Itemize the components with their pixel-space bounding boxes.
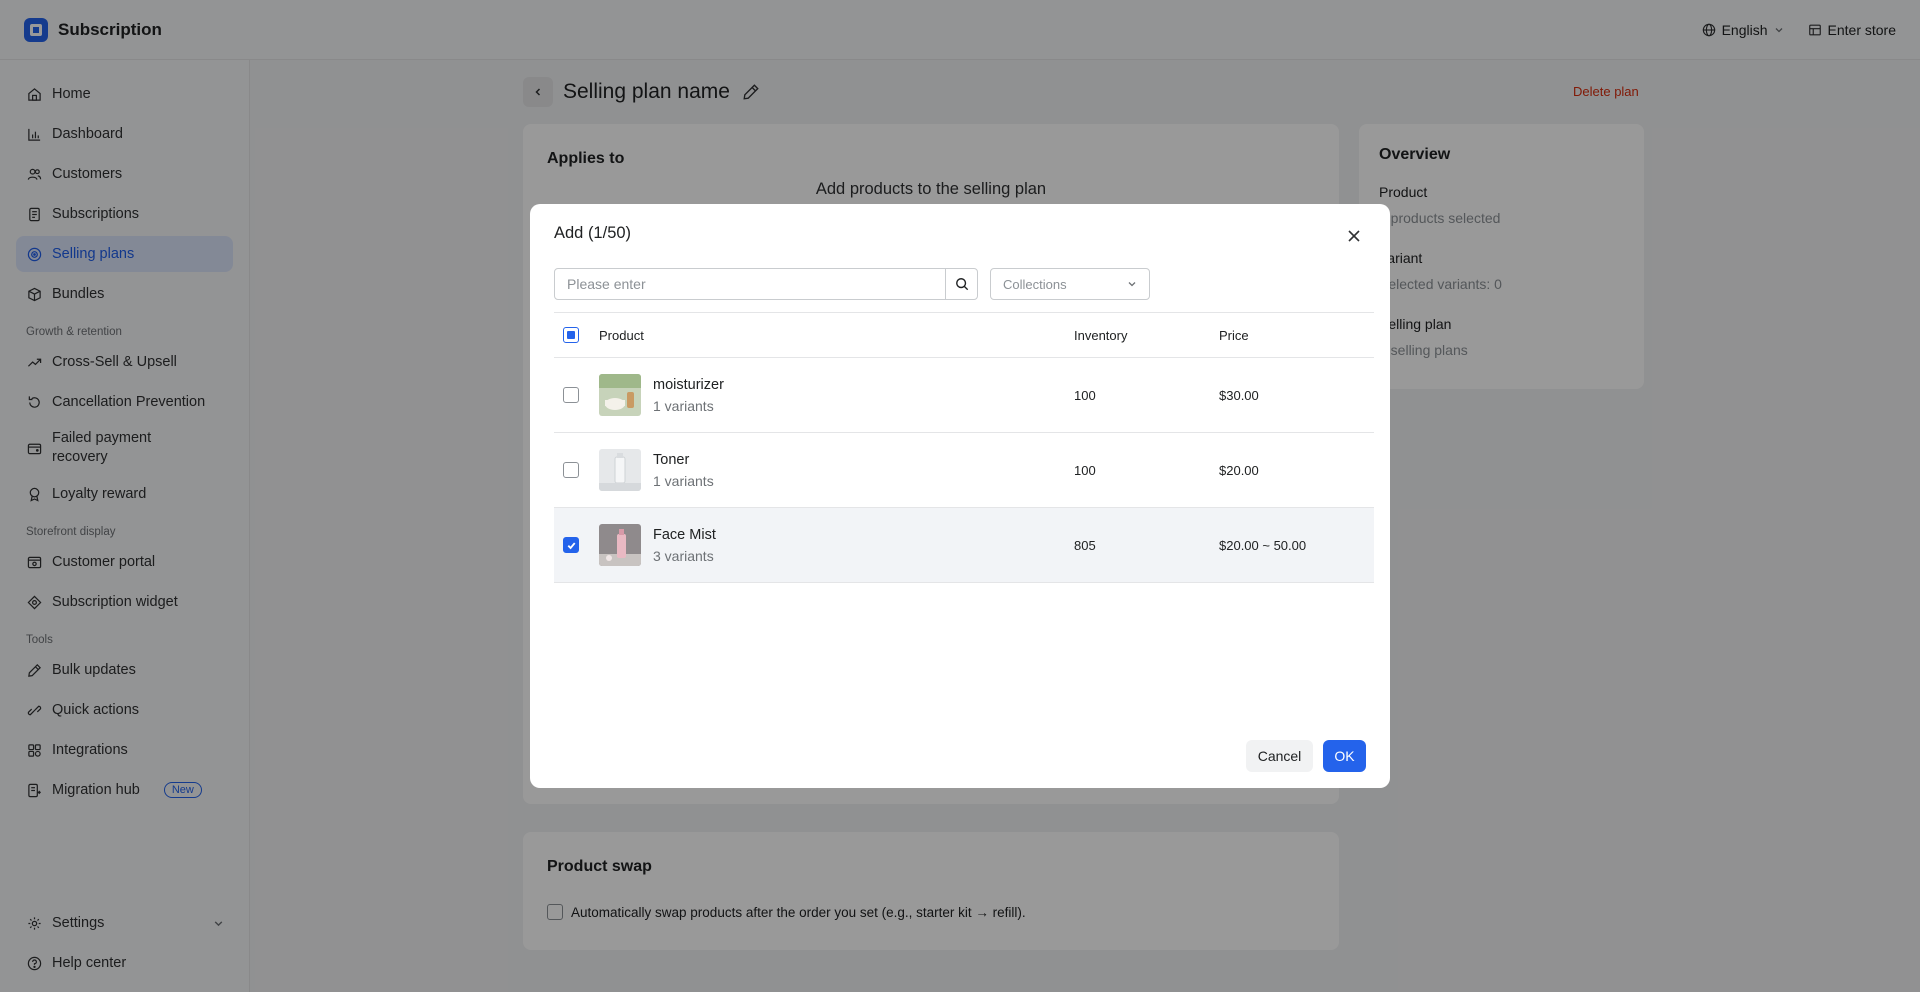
product-variants: 1 variants — [653, 472, 714, 489]
product-price: $20.00 ~ 50.00 — [1219, 537, 1307, 553]
product-inventory: 805 — [1074, 537, 1096, 553]
product-name: Face Mist — [653, 526, 716, 543]
row-checkbox[interactable] — [563, 462, 579, 478]
chevron-down-icon — [1128, 282, 1136, 287]
select-all-checkbox[interactable] — [563, 327, 579, 343]
table-row[interactable]: Toner 1 variants 100 $20.00 — [554, 433, 1374, 508]
column-header-price: Price — [1219, 327, 1249, 343]
product-name: moisturizer — [653, 376, 724, 393]
column-header-inventory: Inventory — [1074, 327, 1128, 343]
product-price: $30.00 — [1219, 387, 1259, 403]
search-box — [554, 268, 978, 300]
modal-title: Add (1/50) — [554, 224, 632, 242]
table-header: Product Inventory Price — [554, 312, 1374, 358]
product-thumbnail — [599, 449, 641, 491]
table-row[interactable]: moisturizer 1 variants 100 $30.00 — [554, 358, 1374, 433]
product-name: Toner — [653, 451, 690, 468]
product-thumbnail — [599, 524, 641, 566]
close-icon[interactable] — [1342, 224, 1366, 248]
product-table: Product Inventory Price moisturizer 1 va… — [554, 312, 1374, 583]
column-header-product: Product — [599, 327, 644, 343]
search-input[interactable] — [555, 269, 945, 299]
collections-select[interactable]: Collections — [990, 268, 1150, 300]
product-variants: 3 variants — [653, 547, 714, 564]
product-inventory: 100 — [1074, 387, 1096, 403]
product-price: $20.00 — [1219, 462, 1259, 478]
row-checkbox[interactable] — [563, 387, 579, 403]
product-variants: 1 variants — [653, 397, 714, 414]
checkmark-icon — [567, 541, 575, 549]
ok-button[interactable]: OK — [1323, 740, 1366, 772]
search-button[interactable] — [945, 269, 977, 299]
product-thumbnail — [599, 374, 641, 416]
row-checkbox[interactable] — [563, 537, 579, 553]
collections-placeholder: Collections — [1003, 276, 1067, 292]
table-row[interactable]: Face Mist 3 variants 805 $20.00 ~ 50.00 — [554, 508, 1374, 583]
search-icon — [955, 278, 968, 291]
product-inventory: 100 — [1074, 462, 1096, 478]
add-products-modal: Add (1/50) Collections Product Inventory… — [530, 204, 1390, 788]
cancel-button[interactable]: Cancel — [1246, 740, 1313, 772]
